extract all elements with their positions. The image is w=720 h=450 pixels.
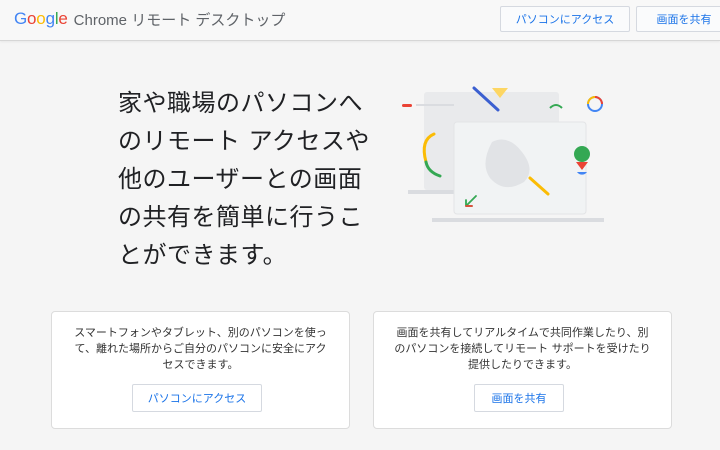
devices-illustration-icon	[402, 86, 604, 222]
google-wordmark: Google	[14, 9, 68, 29]
logo-letter-o2: o	[36, 9, 46, 28]
share-card: 画面を共有してリアルタイムで共同作業したり、別のパソコンを接続してリモート サポ…	[373, 311, 672, 429]
hero-headline: 家や職場のパソコンへ のリモート アクセスや 他のユーザーとの画面 の共有を簡単…	[118, 84, 388, 274]
logo-letter-g2: g	[45, 9, 55, 28]
header-share-button[interactable]: 画面を共有	[636, 6, 720, 32]
logo-letter-e: e	[58, 9, 68, 28]
hero-line-5: とができます。	[118, 241, 288, 269]
access-card: スマートフォンやタブレット、別のパソコンを使って、離れた場所からご自分のパソコン…	[51, 311, 350, 429]
google-chrome-logo[interactable]: Google Chrome リモート デスクトップ	[14, 9, 285, 29]
share-card-description: 画面を共有してリアルタイムで共同作業したり、別のパソコンを接続してリモート サポ…	[394, 326, 651, 371]
hero-line-2: のリモート アクセスや	[118, 127, 370, 155]
access-card-description: スマートフォンやタブレット、別のパソコンを使って、離れた場所からご自分のパソコン…	[74, 326, 327, 371]
logo-letter-o1: o	[27, 9, 37, 28]
share-card-button[interactable]: 画面を共有	[474, 384, 564, 412]
hero-line-1: 家や職場のパソコンへ	[118, 89, 363, 117]
header-access-button[interactable]: パソコンにアクセス	[500, 6, 630, 32]
hero-line-4: の共有を簡単に行うこ	[118, 203, 363, 231]
product-name: Chrome リモート デスクトップ	[73, 11, 286, 29]
access-card-button[interactable]: パソコンにアクセス	[132, 384, 262, 412]
top-bar: Google Chrome リモート デスクトップ パソコンにアクセス 画面を共…	[0, 0, 720, 41]
hero-line-3: 他のユーザーとの画面	[118, 165, 363, 193]
logo-letter-g1: G	[14, 9, 28, 28]
